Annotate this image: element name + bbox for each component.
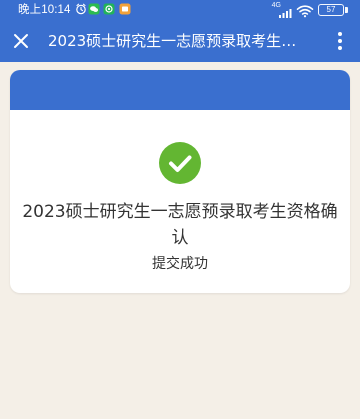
wechat-icon [88, 3, 100, 15]
card-title: 2023硕士研究生一志愿预录取考生资格确认 [22, 202, 338, 248]
top-bar: 晚上10:14 4G 57 2023硕士研究生一志愿预录取考生资 [0, 0, 360, 62]
wifi-icon [296, 3, 314, 18]
status-time: 晚上10:14 [18, 4, 71, 16]
card-header-bar [10, 70, 350, 110]
image-app-icon [119, 3, 131, 15]
signal-icon [278, 4, 294, 18]
battery-level: 57 [326, 5, 336, 14]
close-button[interactable] [8, 28, 34, 54]
success-check-icon [159, 142, 201, 184]
result-card: 2023硕士研究生一志愿预录取考生资格确认 提交成功 [10, 70, 350, 293]
more-dot-middle [338, 39, 342, 43]
close-icon [12, 32, 30, 50]
more-options-button[interactable] [330, 29, 350, 53]
more-dot-bottom [338, 46, 342, 50]
battery-icon: 57 [318, 4, 348, 16]
shield-app-icon [103, 3, 115, 15]
submission-status: 提交成功 [152, 256, 208, 272]
page-title: 2023硕士研究生一志愿预录取考生资格确认 [48, 32, 306, 50]
app-bar: 2023硕士研究生一志愿预录取考生资格确认 [0, 20, 360, 62]
alarm-icon [75, 3, 87, 15]
battery-tip [345, 7, 348, 13]
status-bar: 晚上10:14 4G 57 [0, 0, 360, 20]
more-dot-top [338, 32, 342, 36]
